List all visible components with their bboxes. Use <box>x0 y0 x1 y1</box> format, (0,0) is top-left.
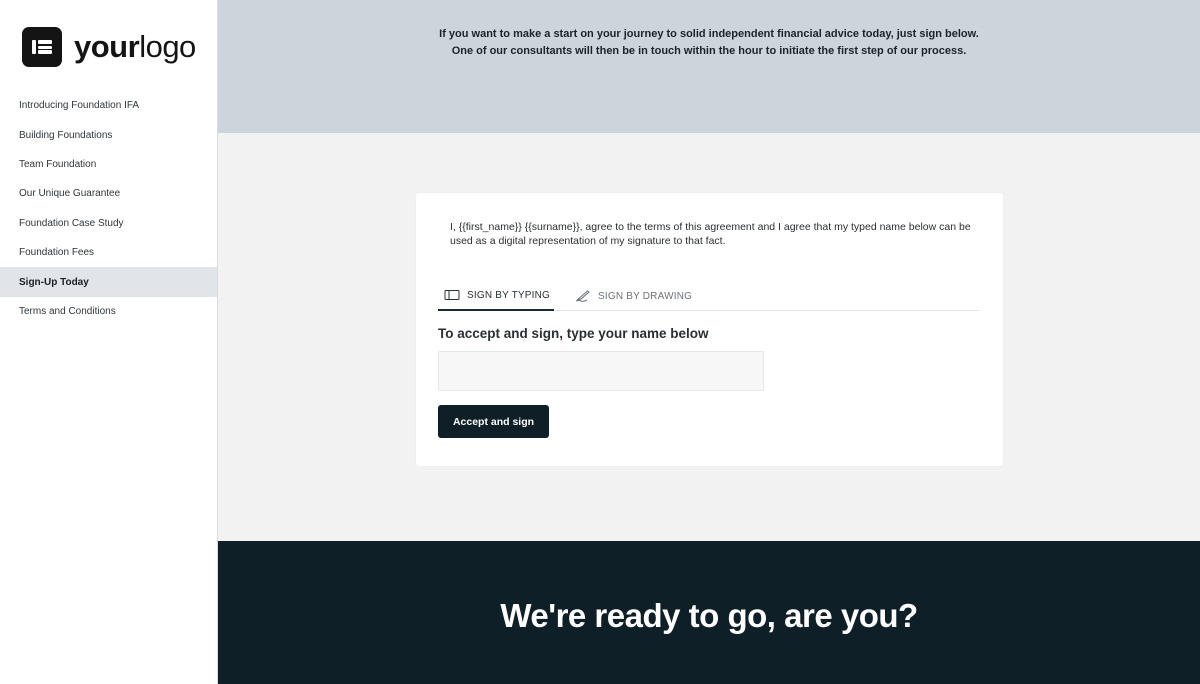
logo-text: yourlogo <box>74 29 196 64</box>
tab-sign-by-typing-label: SIGN BY TYPING <box>467 289 551 301</box>
sidebar-item-terms-and-conditions[interactable]: Terms and Conditions <box>0 297 217 326</box>
keyboard-icon <box>444 289 460 301</box>
footer-heading: We're ready to go, are you? <box>500 597 918 634</box>
header-line-2: One of our consultants will then be in t… <box>451 45 967 57</box>
footer-band: We're ready to go, are you? <box>218 541 1200 684</box>
sidebar-item-sign-up-today[interactable]: Sign-Up Today <box>0 267 217 297</box>
sidebar-item-our-unique-guarantee[interactable]: Our Unique Guarantee <box>0 179 217 208</box>
tab-sign-by-drawing[interactable]: SIGN BY DRAWING <box>575 281 705 311</box>
sidebar-nav: Introducing Foundation IFA Building Foun… <box>0 91 217 326</box>
sign-instruction: To accept and sign, type your name below <box>438 326 709 341</box>
logo-icon <box>22 27 62 67</box>
header-band: If you want to make a start on your jour… <box>218 0 1200 133</box>
signature-tabs: SIGN BY TYPING SIGN BY DRAWING <box>438 281 980 311</box>
sidebar-item-building-foundations[interactable]: Building Foundations <box>0 120 217 149</box>
main-area: I, {{first_name}} {{surname}}, agree to … <box>218 133 1200 541</box>
header-line-1: If you want to make a start on your jour… <box>439 28 979 40</box>
accept-and-sign-button[interactable]: Accept and sign <box>438 405 549 438</box>
pen-icon <box>575 290 591 302</box>
sidebar-item-team-foundation[interactable]: Team Foundation <box>0 150 217 179</box>
sidebar-item-foundation-fees[interactable]: Foundation Fees <box>0 238 217 267</box>
header-intro-text: If you want to make a start on your jour… <box>218 26 1200 60</box>
tab-sign-by-typing[interactable]: SIGN BY TYPING <box>438 281 554 311</box>
signature-card: I, {{first_name}} {{surname}}, agree to … <box>416 193 1003 466</box>
sidebar-item-foundation-case-study[interactable]: Foundation Case Study <box>0 209 217 238</box>
agreement-text: I, {{first_name}} {{surname}}, agree to … <box>450 221 971 247</box>
signature-name-input[interactable] <box>438 351 764 391</box>
tab-sign-by-drawing-label: SIGN BY DRAWING <box>598 290 693 302</box>
sidebar: yourlogo Introducing Foundation IFA Buil… <box>0 0 218 684</box>
sidebar-item-introducing-foundation-ifa[interactable]: Introducing Foundation IFA <box>0 91 217 120</box>
logo[interactable]: yourlogo <box>22 27 196 67</box>
